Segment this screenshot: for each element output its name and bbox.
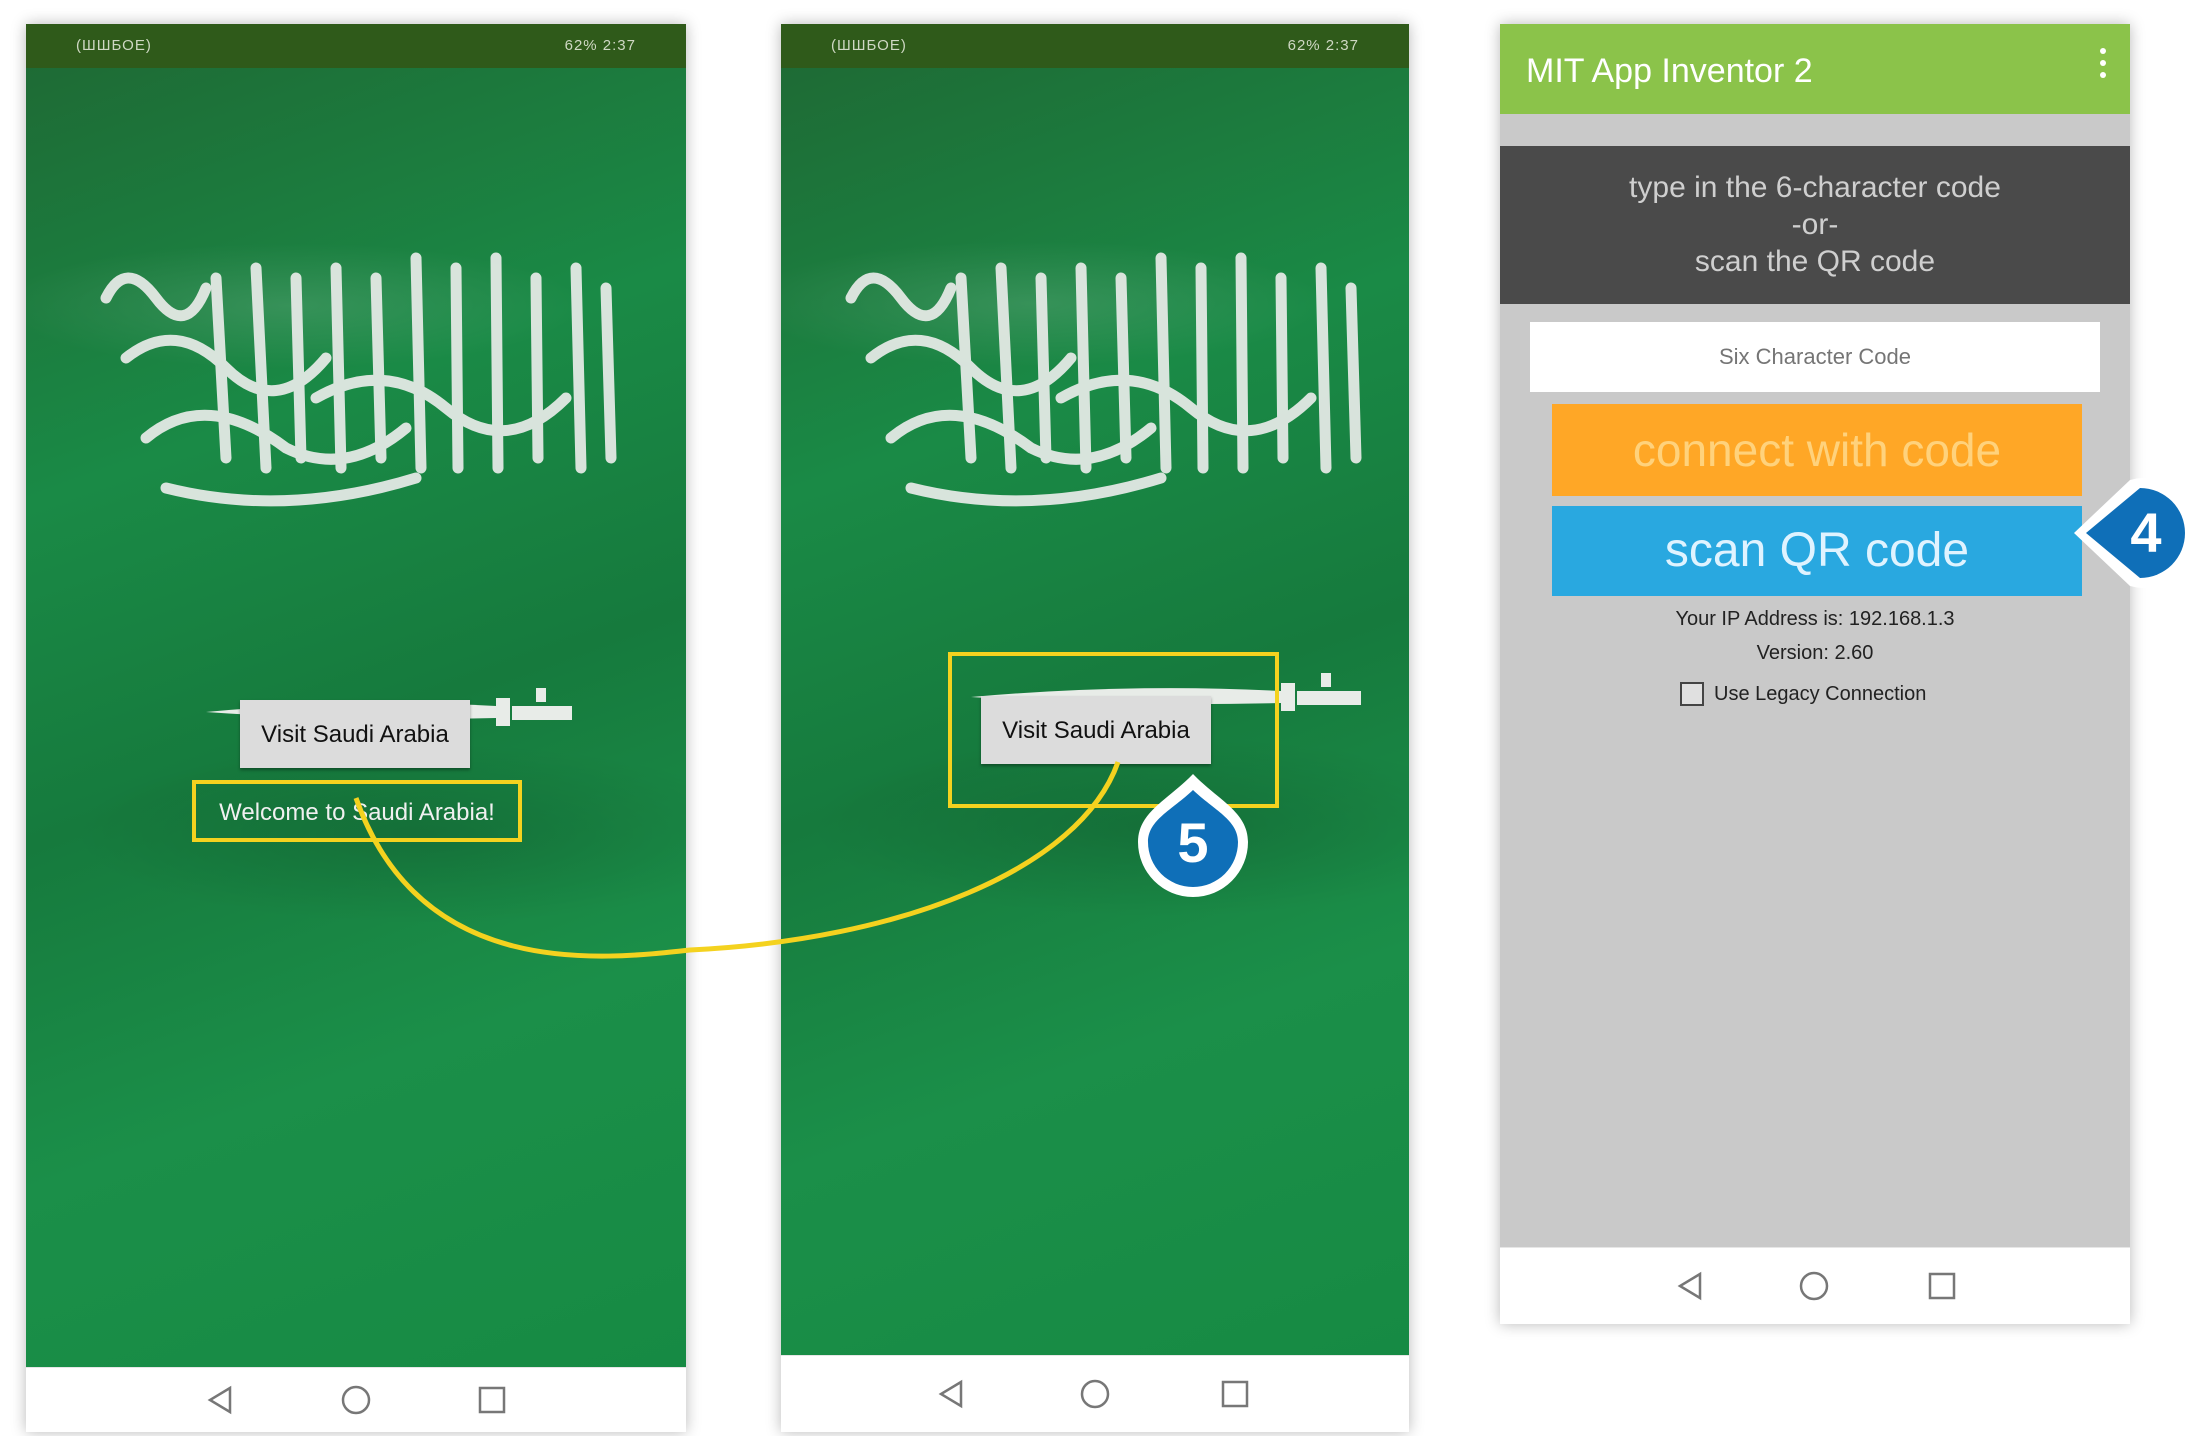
android-nav-bar	[1500, 1247, 2130, 1324]
android-nav-bar	[781, 1355, 1409, 1432]
visit-button-highlight	[948, 652, 1279, 808]
status-battery-time: 62% 2:37	[564, 37, 636, 54]
version-text: Version: 2.60	[1756, 642, 1874, 664]
visit-saudi-arabia-button[interactable]: Visit Saudi Arabia	[240, 700, 470, 768]
welcome-label-highlight: Welcome to Saudi Arabia!	[192, 780, 522, 842]
connect-with-code-button[interactable]: connect with code	[1552, 404, 2082, 496]
phone-screen-2: (ШШБОЕ) 62% 2:37 Visit Saudi Arabia	[781, 24, 1409, 1432]
back-triangle-icon[interactable]	[933, 1376, 969, 1412]
recents-square-icon[interactable]	[1217, 1376, 1253, 1412]
legacy-connection-option[interactable]: Use Legacy Connection	[1670, 682, 1926, 714]
checkbox-icon[interactable]	[1680, 682, 1704, 706]
overflow-menu-icon[interactable]	[2098, 48, 2108, 88]
recents-square-icon[interactable]	[474, 1382, 510, 1418]
status-carrier: (ШШБОЕ)	[831, 37, 907, 54]
shahada-calligraphy-icon	[100, 252, 617, 507]
instruction-line: type in the 6-character code	[1629, 171, 2001, 204]
home-circle-icon[interactable]	[1077, 1376, 1113, 1412]
saudi-flag-background: Visit Saudi Arabia Welcome to Saudi Arab…	[26, 68, 686, 1388]
app-title: MIT App Inventor 2	[1526, 52, 1813, 90]
recents-square-icon[interactable]	[1924, 1268, 1960, 1304]
instruction-line: -or-	[1791, 208, 1839, 241]
home-circle-icon[interactable]	[338, 1382, 374, 1418]
status-bar: (ШШБОЕ) 62% 2:37	[781, 24, 1409, 68]
back-triangle-icon[interactable]	[1672, 1268, 1708, 1304]
back-triangle-icon[interactable]	[202, 1382, 238, 1418]
step-4-number: 4	[2130, 501, 2161, 564]
status-carrier: (ШШБОЕ)	[76, 37, 152, 54]
ip-address-text: Your IP Address is: 192.168.1.3	[1675, 608, 1955, 630]
phone-screen-3: MIT App Inventor 2 type in the 6-charact…	[1500, 24, 2130, 1324]
phone-screen-1: (ШШБОЕ) 62% 2:37 Visit Saudi Arabia Welc…	[26, 24, 686, 1432]
saudi-flag-background: Visit Saudi Arabia	[781, 68, 1409, 1376]
scan-qr-code-button[interactable]: scan QR code	[1552, 506, 2082, 596]
status-battery-time: 62% 2:37	[1287, 37, 1359, 54]
six-character-code-input[interactable]	[1530, 322, 2100, 392]
android-nav-bar	[26, 1367, 686, 1432]
welcome-label: Welcome to Saudi Arabia!	[219, 799, 495, 826]
instruction-line: scan the QR code	[1694, 245, 1936, 278]
home-circle-icon[interactable]	[1796, 1268, 1832, 1304]
shahada-calligraphy-icon	[845, 252, 1362, 507]
companion-screen: type in the 6-character code -or- scan t…	[1500, 114, 2130, 1248]
instructions-panel: type in the 6-character code -or- scan t…	[1500, 146, 2130, 304]
status-bar: (ШШБОЕ) 62% 2:37	[26, 24, 686, 68]
legacy-connection-label: Use Legacy Connection	[1714, 682, 1927, 705]
app-bar: MIT App Inventor 2	[1500, 24, 2130, 114]
